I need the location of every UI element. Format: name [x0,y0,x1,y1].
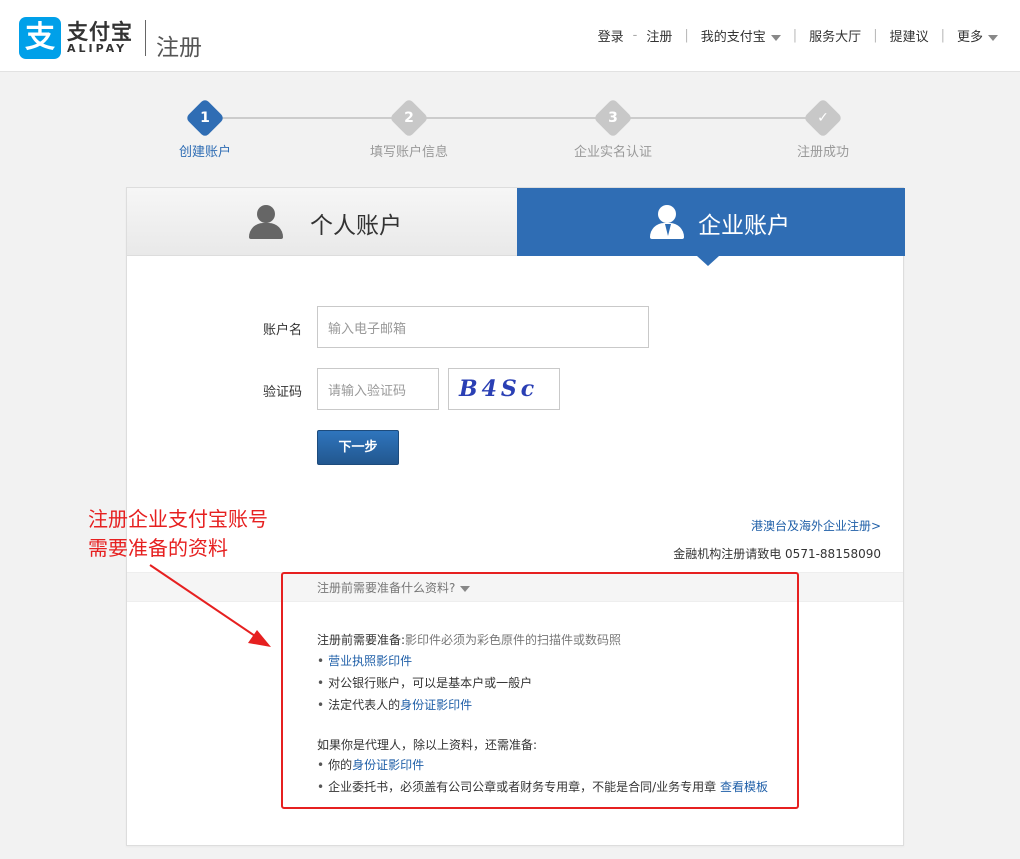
captcha-label: 验证码 [263,385,303,400]
chevron-down-icon [770,34,781,41]
tab-personal-account[interactable]: 个人账户 [127,188,517,256]
nav-more-label: 更多 [956,30,983,45]
captcha-image[interactable]: B4Sc [448,368,560,410]
captcha-input[interactable]: 请输入验证码 [317,368,439,410]
nav-register-link[interactable]: 注册 [646,26,672,45]
step-connector [422,117,598,119]
logo-text-en: ALIPAY [67,42,128,55]
nav-divider: | [873,28,878,43]
nav-divider: | [684,28,689,43]
overseas-register-link[interactable]: 港澳台及海外企业注册> [751,517,881,534]
alipay-logo-icon[interactable]: 支 [19,17,61,59]
check-icon: ✓ [817,110,829,126]
page-title: 注册 [156,35,202,61]
step-1-label: 创建账户 [178,145,232,160]
financial-hotline-text: 金融机构注册请致电 0571-88158090 [673,547,881,561]
step-connector [628,117,808,119]
nav-dash-separator: - [632,28,638,43]
logo-separator [145,20,146,56]
step-3-number: 3 [608,110,618,126]
account-name-label: 账户名 [263,323,303,338]
annotation-line-1: 注册企业支付宝账号 [88,507,268,531]
tab-personal-label: 个人账户 [310,213,402,239]
nav-service-hall-link[interactable]: 服务大厅 [809,26,861,45]
account-email-input[interactable]: 输入电子邮箱 [317,306,649,348]
nav-my-alipay-label: 我的支付宝 [700,30,766,45]
nav-divider: | [792,28,798,43]
user-icon [247,205,285,239]
nav-login-link[interactable]: 登录 [598,26,624,45]
step-3-label: 企业实名认证 [573,145,653,160]
next-step-button[interactable]: 下一步 [317,430,399,465]
step-1-number: 1 [200,110,210,126]
tab-business-account[interactable]: 企业账户 [517,188,905,266]
top-header: 支 支付宝 ALIPAY 注册 登录 - 注册 | 我的支付宝 | 服务大厅 |… [0,0,1020,72]
step-4-label: 注册成功 [796,145,850,160]
top-nav: 登录 - 注册 | 我的支付宝 | 服务大厅 | 提建议 | 更多 [598,26,998,45]
annotation-line-2: 需要准备的资料 [88,536,228,560]
nav-more-menu[interactable]: 更多 [957,26,998,45]
step-2-number: 2 [404,110,414,126]
step-connector [218,117,392,119]
tab-business-label: 企业账户 [698,213,790,239]
annotation-highlight-box [281,572,799,809]
nav-feedback-link[interactable]: 提建议 [890,26,929,45]
nav-divider: | [940,28,945,43]
chevron-down-icon [988,34,998,41]
business-user-icon [648,205,686,239]
nav-my-alipay-menu[interactable]: 我的支付宝 [701,26,781,45]
step-2-label: 填写账户信息 [369,145,449,160]
